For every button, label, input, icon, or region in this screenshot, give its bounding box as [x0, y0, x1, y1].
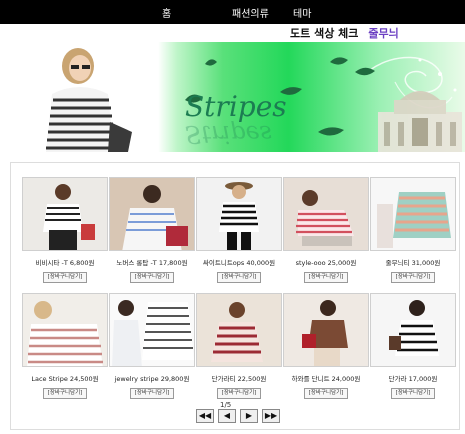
product-card[interactable]: style-ooo 25,000원 [장바구니담기]	[283, 177, 369, 283]
page-indicator: 1/5	[220, 401, 232, 409]
category-links: 도트 색상 체크 줄무늬	[290, 24, 399, 42]
product-card[interactable]: 싸이트니트ops 40,000원 [장바구니담기]	[196, 177, 282, 283]
product-name[interactable]: 단가라티 22,500원	[196, 373, 282, 383]
product-image[interactable]	[109, 177, 195, 251]
product-name[interactable]: style-ooo 25,000원	[283, 257, 369, 267]
product-image[interactable]	[22, 293, 108, 367]
add-to-cart-button[interactable]: [장바구니담기]	[217, 272, 261, 283]
product-image[interactable]	[283, 177, 369, 251]
add-to-cart-button[interactable]: [장바구니담기]	[304, 272, 348, 283]
top-nav: 홈 패션의류 테마	[0, 0, 465, 24]
leaf-icon	[330, 57, 348, 65]
add-to-cart-button[interactable]: [장바구니담기]	[130, 272, 174, 283]
add-to-cart-button[interactable]: [장바구니담기]	[391, 388, 435, 399]
nav-fashion[interactable]: 패션의류	[232, 5, 269, 20]
product-name[interactable]: 비비시타 -T 6,800원	[22, 257, 108, 267]
last-page-button[interactable]: ▶▶	[262, 409, 280, 423]
next-page-button[interactable]: ▶	[240, 409, 258, 423]
product-card[interactable]: Lace Stripe 24,500원 [장바구니담기]	[22, 293, 108, 399]
product-card[interactable]: 단가라티 22,500원 [장바구니담기]	[196, 293, 282, 399]
add-to-cart-button[interactable]: [장바구니담기]	[43, 272, 87, 283]
product-image[interactable]	[283, 293, 369, 367]
product-card[interactable]: 하와를 단니트 24,000원 [장바구니담기]	[283, 293, 369, 399]
model-photo	[46, 48, 132, 152]
category-stripe[interactable]: 줄무늬	[368, 25, 398, 41]
product-name[interactable]: 싸이트니트ops 40,000원	[196, 257, 282, 267]
banner-title-reflection: Stripes	[185, 120, 273, 148]
product-name[interactable]: 노버스 롱탑 -T 17,800원	[109, 257, 195, 267]
product-card[interactable]: 줄무늬티 31,000원 [장바구니담기]	[370, 177, 456, 283]
product-name[interactable]: 하와를 단니트 24,000원	[283, 373, 369, 383]
add-to-cart-button[interactable]: [장바구니담기]	[391, 272, 435, 283]
add-to-cart-button[interactable]: [장바구니담기]	[304, 388, 348, 399]
product-name[interactable]: 단가라 17,000원	[370, 373, 456, 383]
product-image[interactable]	[22, 177, 108, 251]
product-name[interactable]: 줄무늬티 31,000원	[370, 257, 456, 267]
add-to-cart-button[interactable]: [장바구니담기]	[130, 388, 174, 399]
category-dot-color-check[interactable]: 도트 색상 체크	[290, 25, 358, 41]
product-card[interactable]: 단가라 17,000원 [장바구니담기]	[370, 293, 456, 399]
product-card[interactable]: jewelry stripe 29,800원 [장바구니담기]	[109, 293, 195, 399]
hero-banner: Stripes Stripes	[0, 42, 465, 152]
product-card[interactable]: 비비시타 -T 6,800원 [장바구니담기]	[22, 177, 108, 283]
leaf-icon	[318, 127, 344, 136]
product-image[interactable]	[196, 293, 282, 367]
add-to-cart-button[interactable]: [장바구니담기]	[217, 388, 261, 399]
first-page-button[interactable]: ◀◀	[196, 409, 214, 423]
nav-home[interactable]: 홈	[162, 5, 171, 20]
product-name[interactable]: Lace Stripe 24,500원	[22, 373, 108, 383]
product-image[interactable]	[370, 177, 456, 251]
product-image[interactable]	[109, 293, 195, 367]
product-image[interactable]	[370, 293, 456, 367]
product-name[interactable]: jewelry stripe 29,800원	[109, 373, 195, 383]
nav-theme[interactable]: 테마	[293, 5, 311, 20]
prev-page-button[interactable]: ◀	[218, 409, 236, 423]
leaf-icon	[205, 59, 217, 66]
product-card[interactable]: 노버스 롱탑 -T 17,800원 [장바구니담기]	[109, 177, 195, 283]
product-image[interactable]	[196, 177, 282, 251]
add-to-cart-button[interactable]: [장바구니담기]	[43, 388, 87, 399]
pagination: ◀◀ ◀ ▶ ▶▶	[196, 409, 280, 423]
banner-title: Stripes	[185, 90, 287, 123]
